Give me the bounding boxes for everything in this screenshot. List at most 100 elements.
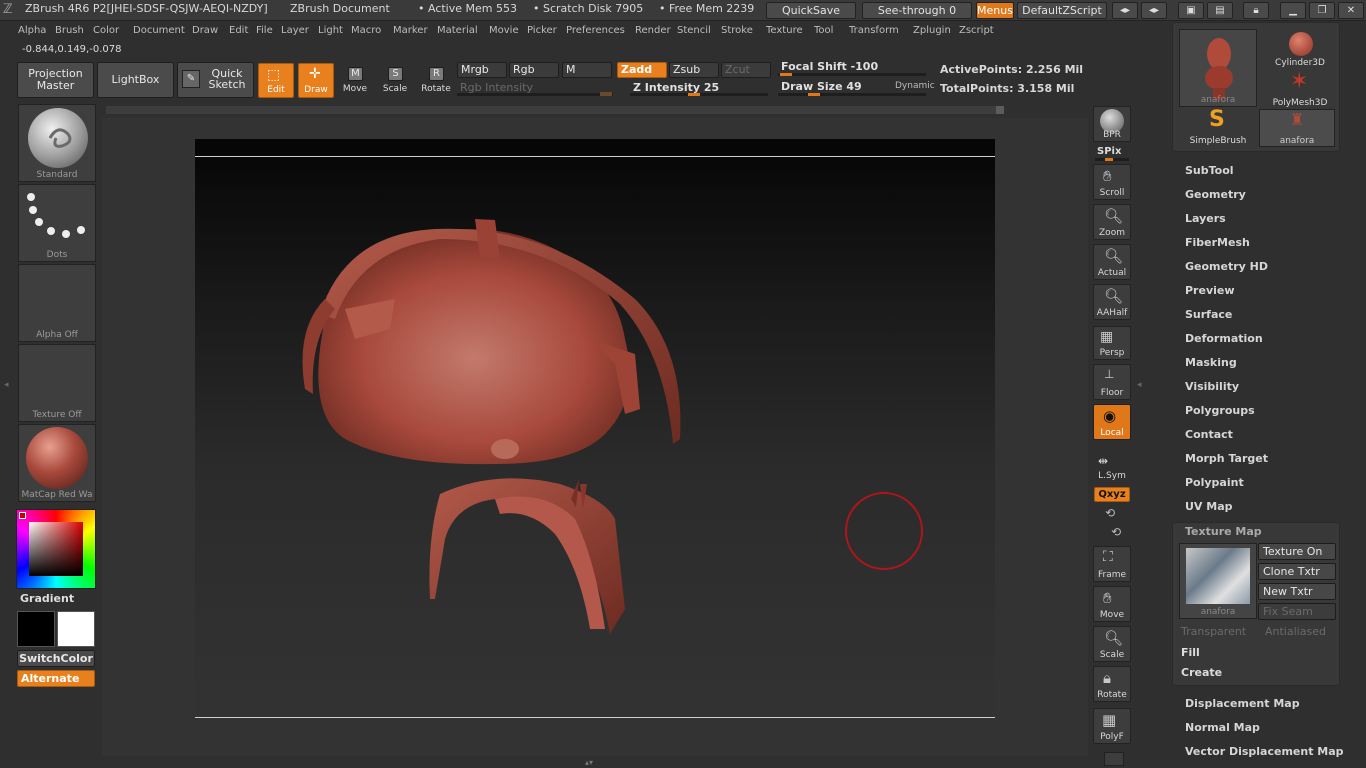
quick-sketch-button[interactable]: ✎ Quick Sketch xyxy=(177,62,254,98)
focal-shift-slider[interactable]: Focal Shift -100 xyxy=(778,60,928,76)
simplebrush-thumb[interactable]: S SimpleBrush xyxy=(1179,107,1257,147)
see-through-slider[interactable]: See-through 0 xyxy=(862,2,972,19)
color-picker[interactable] xyxy=(16,509,96,589)
menu-texture[interactable]: Texture xyxy=(766,25,803,36)
palette-masking[interactable]: Masking xyxy=(1185,356,1237,369)
lightbox-button[interactable]: LightBox xyxy=(97,62,174,98)
texture-map-title[interactable]: Texture Map xyxy=(1185,525,1262,538)
spix-label[interactable]: SPix xyxy=(1097,146,1121,157)
palette-geometry[interactable]: Geometry xyxy=(1185,188,1246,201)
menu-alpha[interactable]: Alpha xyxy=(18,25,46,36)
palette-uv-map[interactable]: UV Map xyxy=(1185,500,1233,513)
anafora-small-thumb[interactable]: ♜ anafora xyxy=(1259,109,1335,147)
minimize-icon[interactable]: ▁ xyxy=(1280,2,1306,19)
scroll-left-icon[interactable]: ◂▸ xyxy=(1112,2,1138,19)
zcut-button[interactable]: Zcut xyxy=(721,62,771,78)
palette-contact[interactable]: Contact xyxy=(1185,428,1233,441)
canvas-scrollbar[interactable] xyxy=(106,106,1004,114)
palette-subtool[interactable]: SubTool xyxy=(1185,164,1234,177)
palette-vector-displacement-map[interactable]: Vector Displacement Map xyxy=(1185,745,1344,758)
menu-light[interactable]: Light xyxy=(318,25,343,36)
menu-movie[interactable]: Movie xyxy=(489,25,519,36)
cylinder3d-thumb[interactable]: Cylinder3D xyxy=(1265,29,1335,69)
bottom-tray-arrow-icon[interactable]: ▴▾ xyxy=(585,758,605,767)
menu-transform[interactable]: Transform xyxy=(849,25,899,36)
brush-thumbnail[interactable]: Standard xyxy=(18,104,96,182)
menu-stencil[interactable]: Stencil xyxy=(677,25,711,36)
floor-button[interactable]: ⊥ Floor xyxy=(1093,364,1131,400)
palette-displacement-map[interactable]: Displacement Map xyxy=(1185,697,1300,710)
xyz-button[interactable]: Qxyz xyxy=(1094,487,1130,502)
zsub-button[interactable]: Zsub xyxy=(669,62,719,78)
z-intensity-slider[interactable]: Z Intensity 25 xyxy=(630,81,770,96)
rotate-y-icon[interactable]: ⟲ xyxy=(1105,506,1115,520)
menu-render[interactable]: Render xyxy=(635,25,671,36)
menu-brush[interactable]: Brush xyxy=(55,25,84,36)
menu-marker[interactable]: Marker xyxy=(393,25,428,36)
default-zscript-button[interactable]: DefaultZScript xyxy=(1017,2,1107,19)
lock-icon[interactable]: 🔒︎ xyxy=(1243,2,1269,19)
new-txtr-button[interactable]: New Txtr xyxy=(1258,583,1336,600)
rotate-z-icon[interactable]: ⟲ xyxy=(1111,525,1121,539)
palette-fibermesh[interactable]: FiberMesh xyxy=(1185,236,1250,249)
mrgb-button[interactable]: Mrgb xyxy=(457,62,507,78)
actual-button[interactable]: 🔍︎ Actual xyxy=(1093,244,1131,280)
layout-alt-icon[interactable]: ▤ xyxy=(1207,2,1233,19)
rgb-intensity-slider[interactable]: Rgb Intensity xyxy=(457,81,615,96)
menu-zplugin[interactable]: Zplugin xyxy=(913,25,951,36)
scale-view-button[interactable]: 🔍︎ Scale xyxy=(1093,626,1131,662)
menu-tool[interactable]: Tool xyxy=(814,25,833,36)
palette-visibility[interactable]: Visibility xyxy=(1185,380,1239,393)
menu-zscript[interactable]: Zscript xyxy=(959,25,994,36)
anafora-tool-thumb[interactable]: anafora xyxy=(1179,29,1257,107)
fix-seam-button[interactable]: Fix Seam xyxy=(1258,603,1336,620)
palette-preview[interactable]: Preview xyxy=(1185,284,1235,297)
scroll-button[interactable]: ✋︎ Scroll xyxy=(1093,164,1131,200)
texture-on-button[interactable]: Texture On xyxy=(1258,543,1336,560)
dynamic-toggle[interactable]: Dynamic xyxy=(895,81,935,91)
m-button[interactable]: M xyxy=(562,62,612,78)
palette-layers[interactable]: Layers xyxy=(1185,212,1226,225)
palette-deformation[interactable]: Deformation xyxy=(1185,332,1263,345)
menu-color[interactable]: Color xyxy=(93,25,119,36)
quicksave-button[interactable]: QuickSave xyxy=(766,2,856,19)
polymesh3d-thumb[interactable]: ✶ PolyMesh3D xyxy=(1265,69,1335,109)
rgb-button[interactable]: Rgb xyxy=(509,62,559,78)
texture-map-thumb[interactable]: anafora xyxy=(1179,543,1257,619)
rotate-view-button[interactable]: 🔒︎ Rotate xyxy=(1093,666,1131,702)
move-button[interactable]: M Move xyxy=(340,65,370,97)
create-button[interactable]: Create xyxy=(1181,666,1222,679)
restore-icon[interactable]: ❐ xyxy=(1309,2,1335,19)
bpr-button[interactable]: BPR xyxy=(1093,106,1131,142)
transp-button[interactable] xyxy=(1104,752,1124,766)
aahalf-button[interactable]: 🔍︎ AAHalf xyxy=(1093,284,1131,320)
zadd-button[interactable]: Zadd xyxy=(617,62,667,78)
local-button[interactable]: ◉ Local xyxy=(1093,404,1131,440)
layout-icon[interactable]: ▣ xyxy=(1178,2,1204,19)
primary-color-swatch[interactable] xyxy=(17,611,55,647)
palette-morph-target[interactable]: Morph Target xyxy=(1185,452,1268,465)
palette-polygroups[interactable]: Polygroups xyxy=(1185,404,1255,417)
menu-picker[interactable]: Picker xyxy=(527,25,557,36)
frame-button[interactable]: ⛶ Frame xyxy=(1093,546,1131,582)
document-canvas[interactable] xyxy=(195,139,995,735)
lsym-button[interactable]: ⇹ L.Sym xyxy=(1093,454,1131,482)
draw-size-slider[interactable]: Draw Size 49 Dynamic xyxy=(778,80,935,96)
stroke-thumbnail[interactable]: Dots xyxy=(18,184,96,262)
rotate-button[interactable]: R Rotate xyxy=(420,65,452,97)
palette-polypaint[interactable]: Polypaint xyxy=(1185,476,1244,489)
menu-stroke[interactable]: Stroke xyxy=(721,25,753,36)
alpha-thumbnail[interactable]: Alpha Off xyxy=(18,264,96,342)
polyf-button[interactable]: ▦ PolyF xyxy=(1093,708,1131,744)
palette-normal-map[interactable]: Normal Map xyxy=(1185,721,1260,734)
menu-macro[interactable]: Macro xyxy=(351,25,381,36)
fill-button[interactable]: Fill xyxy=(1181,646,1200,659)
persp-button[interactable]: ▦ Persp xyxy=(1093,326,1131,360)
menu-preferences[interactable]: Preferences xyxy=(566,25,625,36)
texture-thumbnail[interactable]: Texture Off xyxy=(18,344,96,422)
draw-button[interactable]: ✛ Draw xyxy=(298,63,334,98)
move-view-button[interactable]: ✋︎ Move xyxy=(1093,586,1131,622)
antialiased-toggle[interactable]: Antialiased xyxy=(1265,625,1326,638)
switch-color-button[interactable]: SwitchColor xyxy=(17,650,95,667)
menu-layer[interactable]: Layer xyxy=(281,25,309,36)
